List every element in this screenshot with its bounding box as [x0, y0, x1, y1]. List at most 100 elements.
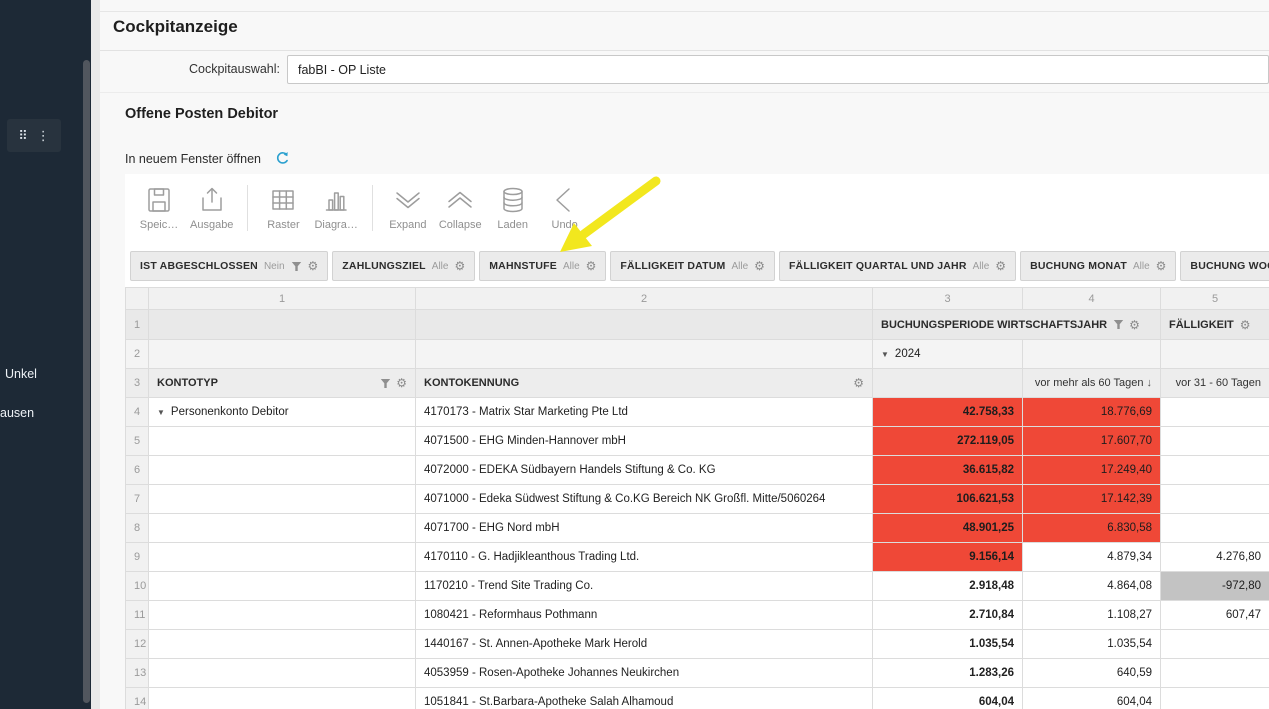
gear-icon[interactable]: ⚙ [995, 260, 1006, 272]
gear-icon[interactable]: ⚙ [1240, 319, 1251, 331]
value-cell-31-60[interactable] [1160, 687, 1269, 709]
toolbar-diagram-button[interactable]: Diagra… [309, 181, 362, 235]
kontotyp-cell[interactable] [148, 513, 416, 543]
filter-chip-buchung-monat[interactable]: BUCHUNG MONAT Alle ⚙ [1020, 251, 1177, 281]
account-cell[interactable]: 1051841 - St.Barbara-Apotheke Salah Alha… [415, 687, 873, 709]
sort-descending-icon[interactable]: ↓ [1147, 377, 1153, 389]
account-cell[interactable]: 4053959 - Rosen-Apotheke Johannes Neukir… [415, 658, 873, 688]
gear-icon[interactable]: ⚙ [1156, 260, 1167, 272]
kontotyp-cell[interactable] [148, 600, 416, 630]
filter-chip-faelligkeit-datum[interactable]: FÄLLIGKEIT DATUM Alle ⚙ [610, 251, 775, 281]
kontotyp-cell[interactable] [148, 687, 416, 709]
funnel-icon[interactable] [1113, 319, 1124, 330]
kontotyp-cell[interactable]: ▼ Personenkonto Debitor [148, 397, 416, 427]
sidebar-module-button[interactable]: ⠿ ⋮ [7, 119, 61, 152]
kontotyp-cell[interactable] [148, 658, 416, 688]
value-cell-31-60[interactable]: 4.276,80 [1160, 542, 1269, 572]
account-cell[interactable]: 4071500 - EHG Minden-Hannover mbH [415, 426, 873, 456]
value-cell-31-60[interactable] [1160, 513, 1269, 543]
value-cell-31-60[interactable]: 607,47 [1160, 600, 1269, 630]
kontotyp-cell[interactable] [148, 571, 416, 601]
account-cell[interactable]: 1170210 - Trend Site Trading Co. [415, 571, 873, 601]
gear-icon[interactable]: ⚙ [853, 377, 864, 389]
value-cell-over-60[interactable]: 4.864,08 [1022, 571, 1161, 601]
collapse-triangle-icon[interactable]: ▼ [157, 408, 165, 417]
value-cell-total[interactable]: 42.758,33 [872, 397, 1023, 427]
cockpit-select-input[interactable] [287, 55, 1269, 84]
value-cell-over-60[interactable]: 1.108,27 [1022, 600, 1161, 630]
value-cell-total[interactable]: 2.918,48 [872, 571, 1023, 601]
gear-icon[interactable]: ⚙ [454, 260, 465, 272]
account-cell[interactable]: 4072000 - EDEKA Südbayern Handels Stiftu… [415, 455, 873, 485]
account-cell[interactable]: 4071000 - Edeka Südwest Stiftung & Co.KG… [415, 484, 873, 514]
toolbar-raster-button[interactable]: Raster [257, 181, 309, 235]
value-cell-total[interactable]: 1.283,26 [872, 658, 1023, 688]
value-cell-total[interactable]: 1.035,54 [872, 629, 1023, 659]
value-cell-total[interactable]: 2.710,84 [872, 600, 1023, 630]
sidebar-item-ausen[interactable]: ausen [0, 406, 34, 420]
value-cell-total[interactable]: 272.119,05 [872, 426, 1023, 456]
value-cell-total[interactable]: 604,04 [872, 687, 1023, 709]
kontotyp-cell[interactable] [148, 484, 416, 514]
account-cell[interactable]: 1080421 - Reformhaus Pothmann [415, 600, 873, 630]
sidebar-item-unkel[interactable]: Unkel [5, 367, 37, 381]
year-node-2024[interactable]: ▼ 2024 [872, 339, 1023, 369]
value-cell-over-60[interactable]: 17.249,40 [1022, 455, 1161, 485]
column-header-aging-31-60[interactable]: vor 31 - 60 Tagen [1160, 368, 1269, 398]
toolbar-expand-button[interactable]: Expand [382, 181, 434, 235]
filter-chip-ist-abgeschlossen[interactable]: IST ABGESCHLOSSEN Nein ⚙ [130, 251, 329, 281]
account-cell[interactable]: 4170110 - G. Hadjikleanthous Trading Ltd… [415, 542, 873, 572]
kontotyp-cell[interactable] [148, 629, 416, 659]
value-cell-total[interactable]: 106.621,53 [872, 484, 1023, 514]
gear-icon[interactable]: ⚙ [1129, 319, 1140, 331]
toolbar-undo-button[interactable]: Undo [539, 181, 591, 235]
value-cell-over-60[interactable]: 18.776,69 [1022, 397, 1161, 427]
value-cell-31-60[interactable] [1160, 629, 1269, 659]
toolbar-save-button[interactable]: Speic… [133, 181, 185, 235]
group-header-buchungsperiode[interactable]: BUCHUNGSPERIODE WIRTSCHAFTSJAHR ⚙ [872, 309, 1161, 340]
value-cell-31-60[interactable] [1160, 484, 1269, 514]
value-cell-over-60[interactable]: 4.879,34 [1022, 542, 1161, 572]
funnel-icon[interactable] [380, 378, 391, 389]
account-cell[interactable]: 4071700 - EHG Nord mbH [415, 513, 873, 543]
sidebar-scrollbar[interactable] [83, 60, 90, 703]
kebab-menu-icon[interactable]: ⋮ [37, 128, 50, 144]
kontotyp-cell[interactable] [148, 542, 416, 572]
account-cell[interactable]: 1440167 - St. Annen-Apotheke Mark Herold [415, 629, 873, 659]
gear-icon[interactable]: ⚙ [396, 377, 407, 389]
group-header-faelligkeit[interactable]: FÄLLIGKEIT ⚙ [1160, 309, 1269, 340]
value-cell-31-60[interactable] [1160, 658, 1269, 688]
value-cell-over-60[interactable]: 1.035,54 [1022, 629, 1161, 659]
value-cell-total[interactable]: 48.901,25 [872, 513, 1023, 543]
value-cell-over-60[interactable]: 6.830,58 [1022, 513, 1161, 543]
kontotyp-cell[interactable] [148, 426, 416, 456]
column-header-kontokennung[interactable]: KONTOKENNUNG ⚙ [415, 368, 873, 398]
filter-chip-faelligkeit-quartal-und-jahr[interactable]: FÄLLIGKEIT QUARTAL UND JAHR Alle ⚙ [778, 251, 1017, 281]
filter-chip-zahlungsziel[interactable]: ZAHLUNGSZIEL Alle ⚙ [332, 251, 476, 281]
column-header-kontotyp[interactable]: KONTOTYP ⚙ [148, 368, 416, 398]
kontotyp-cell[interactable] [148, 455, 416, 485]
value-cell-over-60[interactable]: 604,04 [1022, 687, 1161, 709]
collapse-triangle-icon[interactable]: ▼ [881, 350, 889, 359]
gear-icon[interactable]: ⚙ [586, 260, 597, 272]
gear-icon[interactable]: ⚙ [308, 260, 319, 272]
value-cell-31-60[interactable] [1160, 397, 1269, 427]
toolbar-collapse-button[interactable]: Collapse [434, 181, 487, 235]
value-cell-over-60[interactable]: 17.142,39 [1022, 484, 1161, 514]
toolbar-laden-button[interactable]: Laden [487, 181, 539, 235]
value-cell-31-60[interactable] [1160, 455, 1269, 485]
account-cell[interactable]: 4170173 - Matrix Star Marketing Pte Ltd [415, 397, 873, 427]
refresh-icon[interactable] [275, 151, 290, 166]
filter-chip-buchung-woche[interactable]: BUCHUNG WOCHEAlle⚙ [1180, 251, 1269, 281]
value-cell-over-60[interactable]: 17.607,70 [1022, 426, 1161, 456]
filter-chip-mahnstufe[interactable]: MAHNSTUFE Alle ⚙ [479, 251, 607, 281]
funnel-icon[interactable] [291, 261, 302, 272]
value-cell-31-60[interactable] [1160, 426, 1269, 456]
value-cell-total[interactable]: 9.156,14 [872, 542, 1023, 572]
value-cell-31-60[interactable]: -972,80 [1160, 571, 1269, 601]
column-header-aging-60plus[interactable]: vor mehr als 60 Tagen ↓ [1022, 368, 1161, 398]
open-in-new-window-link[interactable]: In neuem Fenster öffnen [125, 152, 261, 166]
value-cell-over-60[interactable]: 640,59 [1022, 658, 1161, 688]
value-cell-total[interactable]: 36.615,82 [872, 455, 1023, 485]
gear-icon[interactable]: ⚙ [754, 260, 765, 272]
